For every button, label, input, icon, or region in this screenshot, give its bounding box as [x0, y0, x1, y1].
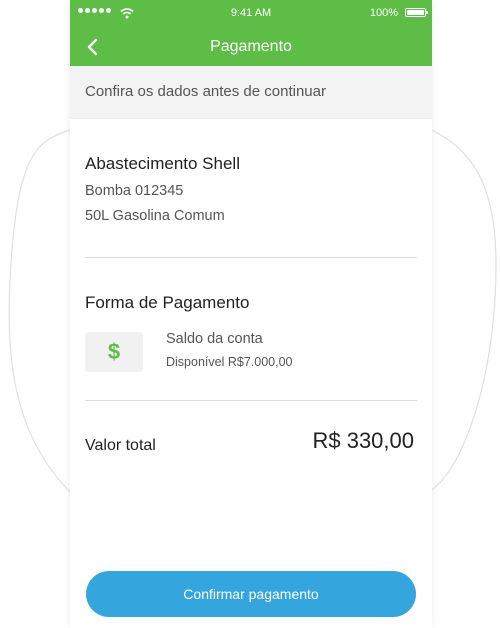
- payment-section-title: Forma de Pagamento: [85, 293, 250, 312]
- pump-number: Bomba 012345: [85, 183, 184, 199]
- status-bar: 9:41 AM 100%: [70, 0, 432, 28]
- fuel-amount: 50L Gasolina Comum: [85, 208, 225, 224]
- battery-icon: [405, 8, 428, 17]
- total-label: Valor total: [85, 437, 156, 454]
- battery-percentage: 100%: [369, 7, 398, 19]
- dollar-icon: $: [107, 339, 121, 364]
- phone-screen: 9:41 AM 100% Pagamento Confira os dados …: [70, 0, 432, 628]
- divider: [85, 400, 417, 401]
- available-balance: Disponível R$7.000,00: [166, 355, 293, 369]
- page-title: Pagamento: [210, 38, 292, 55]
- confirm-payment-button[interactable]: Confirmar pagamento: [86, 571, 416, 617]
- navigation-bar: Pagamento: [70, 28, 432, 66]
- station-title: Abastecimento Shell: [85, 154, 240, 173]
- payment-method-name: Saldo da conta: [166, 331, 263, 347]
- total-value: R$ 330,00: [312, 428, 414, 453]
- payment-method-icon-box: $: [85, 332, 143, 372]
- review-instruction: Confira os dados antes de continuar: [70, 66, 432, 119]
- divider: [85, 257, 417, 258]
